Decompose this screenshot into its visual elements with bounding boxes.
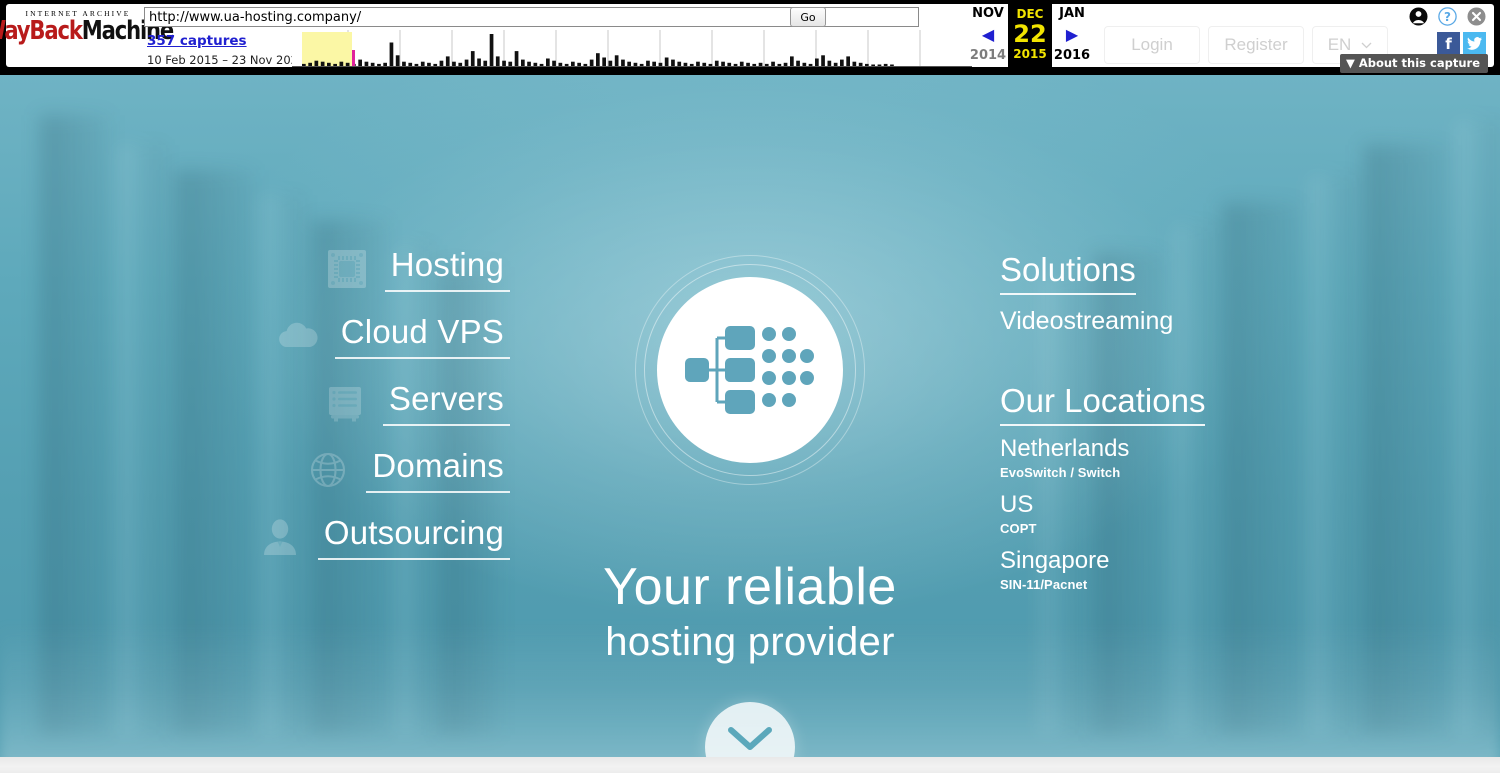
- toolbar-icon-row: ?: [1409, 7, 1486, 26]
- hero-headline: Your reliable hosting provider: [603, 557, 897, 667]
- location-name: Netherlands: [1000, 435, 1130, 462]
- logo-disc: [657, 277, 843, 463]
- side-panel: Solutions Videostreaming Our Locations N…: [1000, 250, 1340, 594]
- help-icon[interactable]: ?: [1438, 7, 1457, 26]
- prev-month-label: NOV: [972, 6, 1004, 21]
- timeline-current-marker: [352, 50, 355, 67]
- prev-year-label: 2014: [969, 48, 1007, 63]
- wayback-toolbar: INTERNET ARCHIVE WayBackMachine 357 capt…: [0, 0, 1500, 75]
- twitter-icon[interactable]: [1463, 32, 1486, 55]
- wayback-wordmark-red: WayBack: [0, 16, 83, 47]
- go-button[interactable]: Go: [790, 7, 826, 27]
- account-icon[interactable]: [1409, 7, 1428, 26]
- chevron-down-icon: [1361, 38, 1372, 52]
- register-button[interactable]: Register: [1208, 26, 1304, 64]
- date-navigation: NOV ◀ 2014 DEC 22 2015 JAN ▶ 2016: [968, 4, 1098, 67]
- previous-capture-nav[interactable]: NOV ◀ 2014: [968, 4, 1008, 67]
- next-arrow-icon[interactable]: ▶: [1066, 22, 1078, 48]
- solutions-heading[interactable]: Solutions: [1000, 250, 1136, 295]
- location-provider: EvoSwitch / Switch: [1000, 465, 1121, 480]
- social-share-buttons: f: [1437, 32, 1486, 55]
- close-glyph: [1467, 7, 1486, 26]
- prev-arrow-icon[interactable]: ◀: [982, 22, 994, 48]
- close-icon[interactable]: [1467, 7, 1486, 26]
- headline-line-2: hosting provider: [605, 620, 895, 664]
- chevron-down-icon: [728, 727, 772, 750]
- account-glyph: [1409, 7, 1428, 26]
- language-label: EN: [1327, 35, 1352, 54]
- help-glyph: ?: [1438, 7, 1457, 26]
- solutions-item-videostreaming[interactable]: Videostreaming: [1000, 305, 1340, 337]
- location-name: US: [1000, 491, 1034, 518]
- archived-page: Hosting Cloud VPS Servers Domains Outsou…: [0, 75, 1500, 773]
- about-caret-icon: ▼: [1345, 56, 1355, 70]
- current-capture-date: DEC 22 2015: [1008, 4, 1052, 67]
- headline-line-1: Your reliable: [603, 558, 897, 616]
- location-item: Singapore SIN-11/Pacnet: [1000, 546, 1340, 594]
- wayback-logo[interactable]: INTERNET ARCHIVE WayBackMachine: [0, 4, 174, 67]
- brand-logo: [635, 255, 865, 485]
- facebook-icon[interactable]: f: [1437, 32, 1460, 55]
- timeline-svg: [292, 30, 972, 67]
- next-year-label: 2016: [1053, 48, 1091, 63]
- locations-heading[interactable]: Our Locations: [1000, 381, 1206, 426]
- location-item: US COPT: [1000, 490, 1340, 538]
- captures-link[interactable]: 357 captures: [147, 33, 247, 49]
- next-month-label: JAN: [1059, 6, 1085, 21]
- svg-text:?: ?: [1444, 10, 1451, 24]
- locations-section: Our Locations Netherlands EvoSwitch / Sw…: [1000, 381, 1340, 594]
- page-bottom-band: [0, 757, 1500, 773]
- location-provider: SIN-11/Pacnet: [1000, 577, 1088, 592]
- chevron-down-glyph: [1361, 42, 1372, 49]
- network-diagram-icon: [685, 326, 814, 414]
- twitter-glyph: [1467, 37, 1482, 50]
- current-day-label: 22: [1013, 20, 1047, 48]
- timeline-year-highlight: [302, 32, 352, 67]
- current-year-label: 2015: [1013, 47, 1047, 61]
- capture-timeline-sparkline[interactable]: [292, 30, 972, 67]
- about-this-capture-button[interactable]: ▼ About this capture: [1339, 54, 1488, 73]
- location-name: Singapore: [1000, 547, 1110, 574]
- next-capture-nav[interactable]: JAN ▶ 2016: [1052, 4, 1092, 67]
- location-provider: COPT: [1000, 521, 1037, 536]
- wayback-toolbar-inner: INTERNET ARCHIVE WayBackMachine 357 capt…: [0, 4, 1494, 73]
- about-label: About this capture: [1358, 56, 1480, 70]
- solutions-section: Solutions Videostreaming: [1000, 250, 1340, 337]
- login-button[interactable]: Login: [1104, 26, 1200, 64]
- location-item: Netherlands EvoSwitch / Switch: [1000, 434, 1340, 482]
